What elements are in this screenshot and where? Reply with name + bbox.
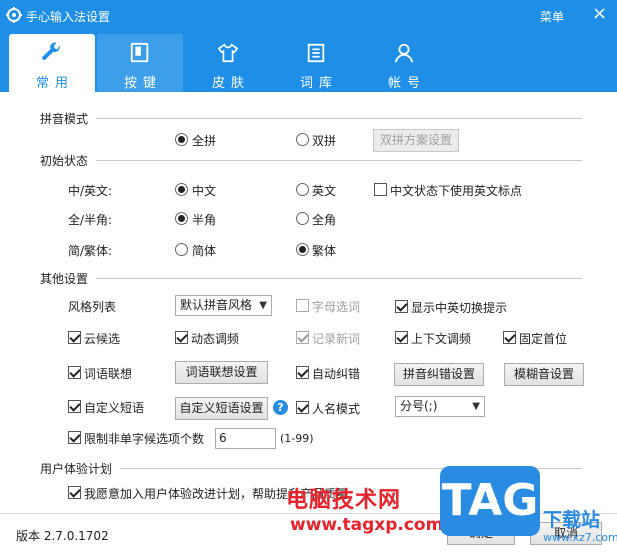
watermark-url: www.tagxp.com [290,515,444,535]
checkbox-cloud-candidate[interactable] [68,331,81,344]
cn-en-label: 中/英文: [68,184,113,198]
section-title-pinyin-mode: 拼音模式 [40,112,89,126]
checkbox-limit-candidates-label: 限制非单字候选项个数 [84,432,205,446]
fuzzy-settings-button[interactable]: 模糊音设置 [504,363,584,386]
checkbox-ux-plan[interactable] [68,486,81,499]
radio-full-width-label: 全角 [312,213,337,227]
double-pinyin-settings-button[interactable]: 双拼方案设置 [373,129,459,152]
radio-full-pinyin-label: 全拼 [192,134,217,148]
checkbox-fixed-first[interactable] [503,331,516,344]
tab-label: 常用 [35,76,74,91]
checkbox-context-freq-label: 上下文调频 [411,332,472,346]
radio-english-label: 英文 [312,184,337,198]
radio-simplified[interactable] [175,243,188,256]
limit-candidates-input[interactable]: 6 [215,428,276,449]
menu-button[interactable]: 菜单 [540,8,564,25]
radio-full-pinyin[interactable] [175,133,188,146]
radio-traditional[interactable] [296,243,309,256]
radio-simplified-label: 简体 [192,244,217,258]
script-label: 简/繁体: [68,244,113,258]
checkbox-cn-en-punct-label: 中文状态下使用英文标点 [390,184,523,198]
checkbox-dynamic-freq-label: 动态调频 [191,332,240,346]
checkbox-dynamic-freq[interactable] [175,331,188,344]
checkbox-custom-phrase-label: 自定义短语 [84,401,145,415]
chevron-down-icon: ▼ [472,401,480,412]
checkbox-cloud-candidate-label: 云候选 [84,332,121,346]
app-logo-icon [6,7,22,23]
wrench-icon [42,42,60,60]
tab-label: 词库 [299,76,338,91]
watermark-side-url: www.xz7.com [543,531,617,544]
user-icon [394,43,414,63]
tab-label: 皮肤 [211,76,250,91]
tab-keys[interactable]: 按键 [97,34,183,92]
section-title-initial-state: 初始状态 [40,154,89,168]
radio-double-pinyin-label: 双拼 [312,134,337,148]
checkbox-custom-phrase[interactable] [68,400,81,413]
checkbox-record-new-words[interactable] [296,331,309,344]
watermark-site-name: 电脑技术网 [286,488,402,513]
keys-icon [130,42,149,63]
divider [96,278,582,279]
tab-account[interactable]: 帐号 [361,34,447,92]
radio-half-width[interactable] [175,212,188,225]
window-title: 手心输入法设置 [26,10,111,24]
checkbox-auto-correct[interactable] [296,366,309,379]
checkbox-fixed-first-label: 固定首位 [519,332,568,346]
checkbox-limit-candidates[interactable] [68,431,81,444]
watermark-logo: TAG [440,466,540,536]
help-icon[interactable]: ? [273,400,288,415]
custom-phrase-settings-button[interactable]: 自定义短语设置 [175,397,268,420]
close-button[interactable]: × [592,4,607,24]
chevron-down-icon: ▼ [259,300,267,311]
radio-chinese-label: 中文 [192,184,217,198]
divider [96,160,582,161]
tab-common[interactable]: 常用 [9,34,95,92]
section-title-other-settings: 其他设置 [40,272,89,286]
checkbox-show-switch-tip[interactable] [395,300,408,313]
checkbox-show-switch-tip-label: 显示中英切换提示 [411,301,508,315]
dictionary-icon [307,43,325,63]
checkbox-letter-select-label: 字母选词 [312,300,361,314]
name-mode-select-value: 分号(;) [400,399,438,413]
radio-half-width-label: 半角 [192,213,217,227]
tab-label: 按键 [123,76,162,91]
title-bar: 手心输入法设置 菜单 × [0,0,617,32]
tab-label: 帐号 [387,76,426,91]
radio-full-width[interactable] [296,212,309,225]
style-select-value: 默认拼音风格 [180,298,253,312]
checkbox-record-new-words-label: 记录新词 [312,332,361,346]
radio-double-pinyin[interactable] [296,133,309,146]
checkbox-cn-en-punct[interactable] [374,183,387,196]
pinyin-correct-settings-button[interactable]: 拼音纠错设置 [394,363,484,386]
tab-skin[interactable]: 皮肤 [185,34,271,92]
section-title-ux-plan: 用户体验计划 [40,462,113,476]
radio-english[interactable] [296,183,309,196]
checkbox-name-mode[interactable] [296,401,309,414]
width-label: 全/半角: [68,213,113,227]
tab-bar: 常用 按键 皮肤 词库 帐号 [0,32,617,92]
name-mode-select[interactable]: 分号(;) ▼ [395,396,485,417]
checkbox-word-assoc-label: 词语联想 [84,367,133,381]
version-text: 版本 2.7.0.1702 [16,529,109,543]
style-list-label: 风格列表 [68,300,117,314]
word-assoc-settings-button[interactable]: 词语联想设置 [175,361,268,384]
checkbox-auto-correct-label: 自动纠错 [312,367,361,381]
checkbox-word-assoc[interactable] [68,366,81,379]
shirt-icon [217,43,239,63]
checkbox-letter-select[interactable] [296,299,309,312]
radio-traditional-label: 繁体 [312,244,337,258]
watermark-side-text: 下载站 [543,509,601,531]
tab-dictionary[interactable]: 词库 [273,34,359,92]
checkbox-context-freq[interactable] [395,331,408,344]
style-select[interactable]: 默认拼音风格 ▼ [175,295,272,316]
checkbox-name-mode-label: 人名模式 [312,402,361,416]
radio-chinese[interactable] [175,183,188,196]
limit-range-hint: (1-99) [280,432,314,445]
divider [96,118,582,119]
